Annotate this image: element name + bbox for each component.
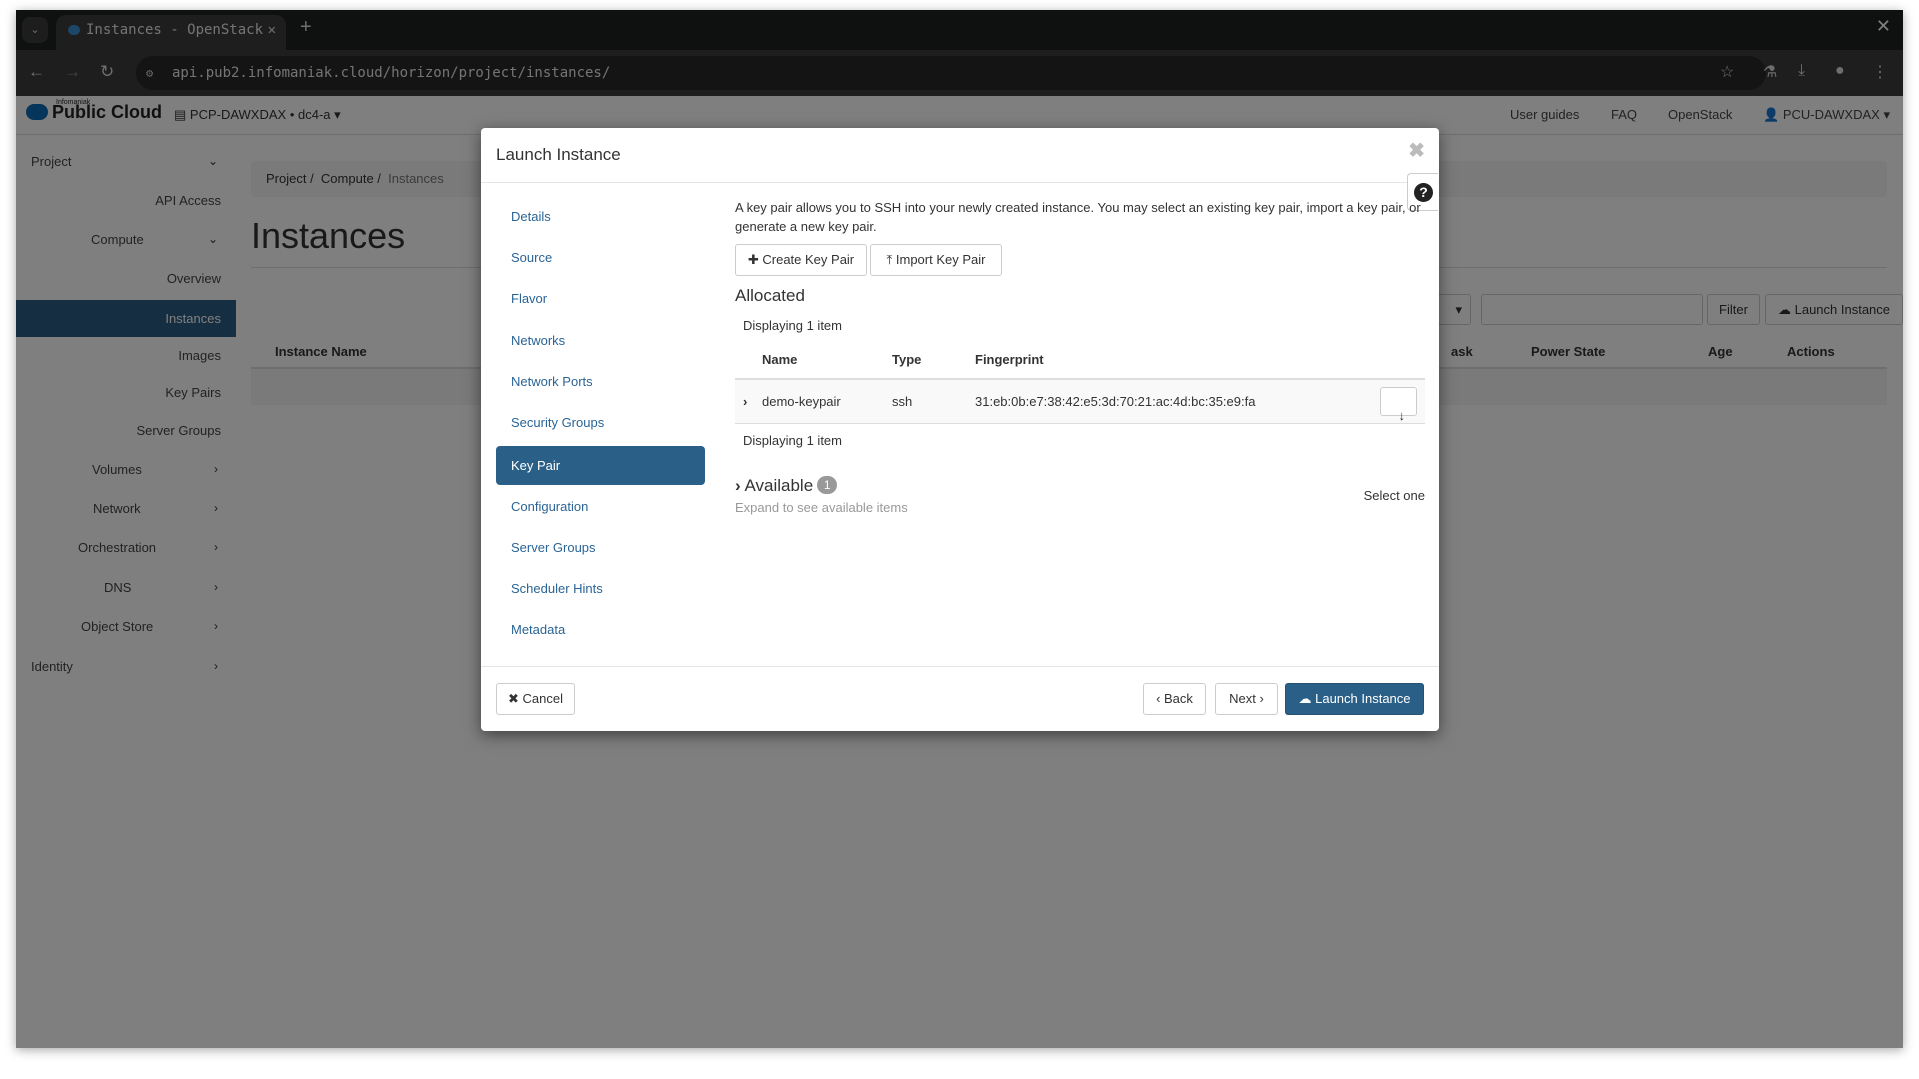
back-button[interactable]: ‹ Back (1143, 683, 1206, 715)
close-icon[interactable]: ✖ (1408, 138, 1425, 163)
label: Launch Instance (1315, 691, 1411, 706)
available-toggle[interactable]: › Available 1 (735, 476, 838, 496)
label: Back (1164, 691, 1193, 706)
label: Next (1229, 691, 1256, 706)
modal-title: Launch Instance (496, 145, 621, 164)
col-fingerprint: Fingerprint (975, 352, 1044, 367)
wizard-step-security-groups[interactable]: Security Groups (496, 403, 705, 442)
wizard-step-scheduler-hints[interactable]: Scheduler Hints (496, 569, 705, 608)
launch-instance-button[interactable]: ☁ Launch Instance (1285, 683, 1424, 715)
wizard-step-networks[interactable]: Networks (496, 321, 705, 360)
wizard-step-details[interactable]: Details (496, 197, 705, 236)
divider (481, 182, 1439, 183)
wizard-step-flavor[interactable]: Flavor (496, 279, 705, 318)
cancel-button[interactable]: ✖ Cancel (496, 683, 575, 715)
expand-hint: Expand to see available items (735, 500, 908, 515)
arrow-down-icon: ↓ (1398, 408, 1406, 423)
key-type: ssh (892, 394, 913, 409)
key-name: demo-keypair (762, 394, 841, 409)
launch-instance-modal: Launch Instance ✖ ? Details Source Flavo… (481, 128, 1439, 731)
create-key-pair-button[interactable]: ✚ Create Key Pair (735, 244, 867, 276)
wizard-step-source[interactable]: Source (496, 238, 705, 277)
divider (481, 666, 1439, 667)
label: Create Key Pair (762, 252, 855, 267)
key-fingerprint: 31:eb:0b:e7:38:42:e5:3d:70:21:ac:4d:bc:3… (975, 394, 1256, 409)
available-heading: Available (744, 476, 814, 495)
wizard-step-metadata[interactable]: Metadata (496, 610, 705, 649)
allocated-heading: Allocated (735, 286, 805, 305)
expand-row-chevron-icon[interactable]: › (743, 394, 747, 409)
import-key-pair-button[interactable]: ⤒ Import Key Pair (870, 244, 1002, 276)
next-button[interactable]: Next › (1215, 683, 1278, 715)
col-type: Type (892, 352, 922, 367)
chevron-right-icon: › (735, 476, 741, 495)
label: Cancel (522, 691, 563, 706)
table-row: › demo-keypair ssh 31:eb:0b:e7:38:42:e5:… (735, 378, 1425, 424)
available-count-badge: 1 (817, 476, 838, 494)
displaying-count-bottom: Displaying 1 item (743, 433, 842, 448)
col-name: Name (762, 352, 798, 367)
wizard-step-network-ports[interactable]: Network Ports (496, 362, 705, 401)
wizard-step-configuration[interactable]: Configuration (496, 487, 705, 526)
label: Import Key Pair (895, 252, 986, 267)
select-one-label: Select one (1363, 488, 1425, 503)
step-description: A key pair allows you to SSH into your n… (735, 200, 1421, 234)
wizard-step-key-pair[interactable]: Key Pair (496, 446, 705, 485)
deallocate-button[interactable]: ↓ (1380, 387, 1417, 423)
wizard-step-server-groups[interactable]: Server Groups (496, 528, 705, 567)
displaying-count: Displaying 1 item (743, 318, 842, 333)
